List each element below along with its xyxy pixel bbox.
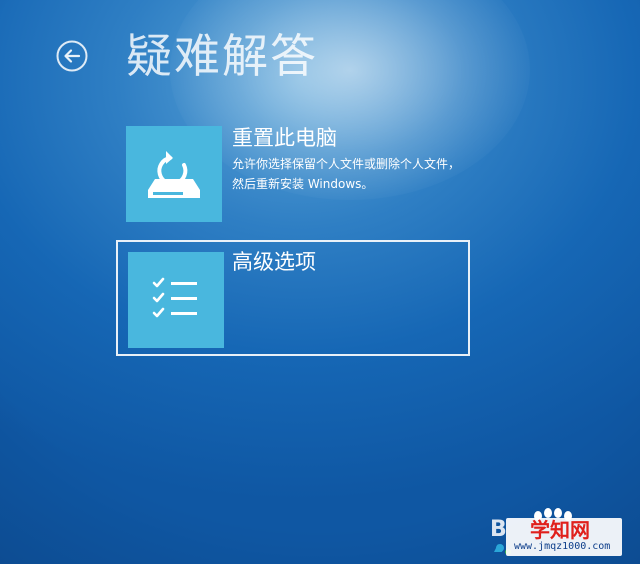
reset-pc-title: 重置此电脑 [232, 126, 337, 150]
svg-text:B: B [490, 517, 507, 542]
reset-pc-icon [148, 151, 200, 198]
advanced-options-option[interactable]: 高级选项 [116, 240, 470, 356]
watermark-url: www.jmqz1000.com [514, 541, 611, 552]
back-button[interactable] [56, 40, 88, 72]
back-arrow-icon [56, 40, 88, 72]
checklist-icon [152, 277, 197, 318]
site-watermark: B 学知网 www.jmqz1000.com [486, 504, 636, 560]
advanced-options-tile [128, 252, 224, 348]
reset-pc-description: 允许你选择保留个人文件或删除个人文件，然后重新安装 Windows。 [232, 157, 461, 191]
page-title: 疑难解答 [126, 29, 318, 83]
reset-pc-option[interactable]: 重置此电脑 允许你选择保留个人文件或删除个人文件，然后重新安装 Windows。 [126, 126, 476, 224]
reset-pc-tile [126, 126, 222, 222]
advanced-options-title: 高级选项 [232, 250, 316, 274]
watermark-title: 学知网 [530, 518, 590, 542]
watermark-box: 学知网 www.jmqz1000.com [506, 518, 622, 556]
